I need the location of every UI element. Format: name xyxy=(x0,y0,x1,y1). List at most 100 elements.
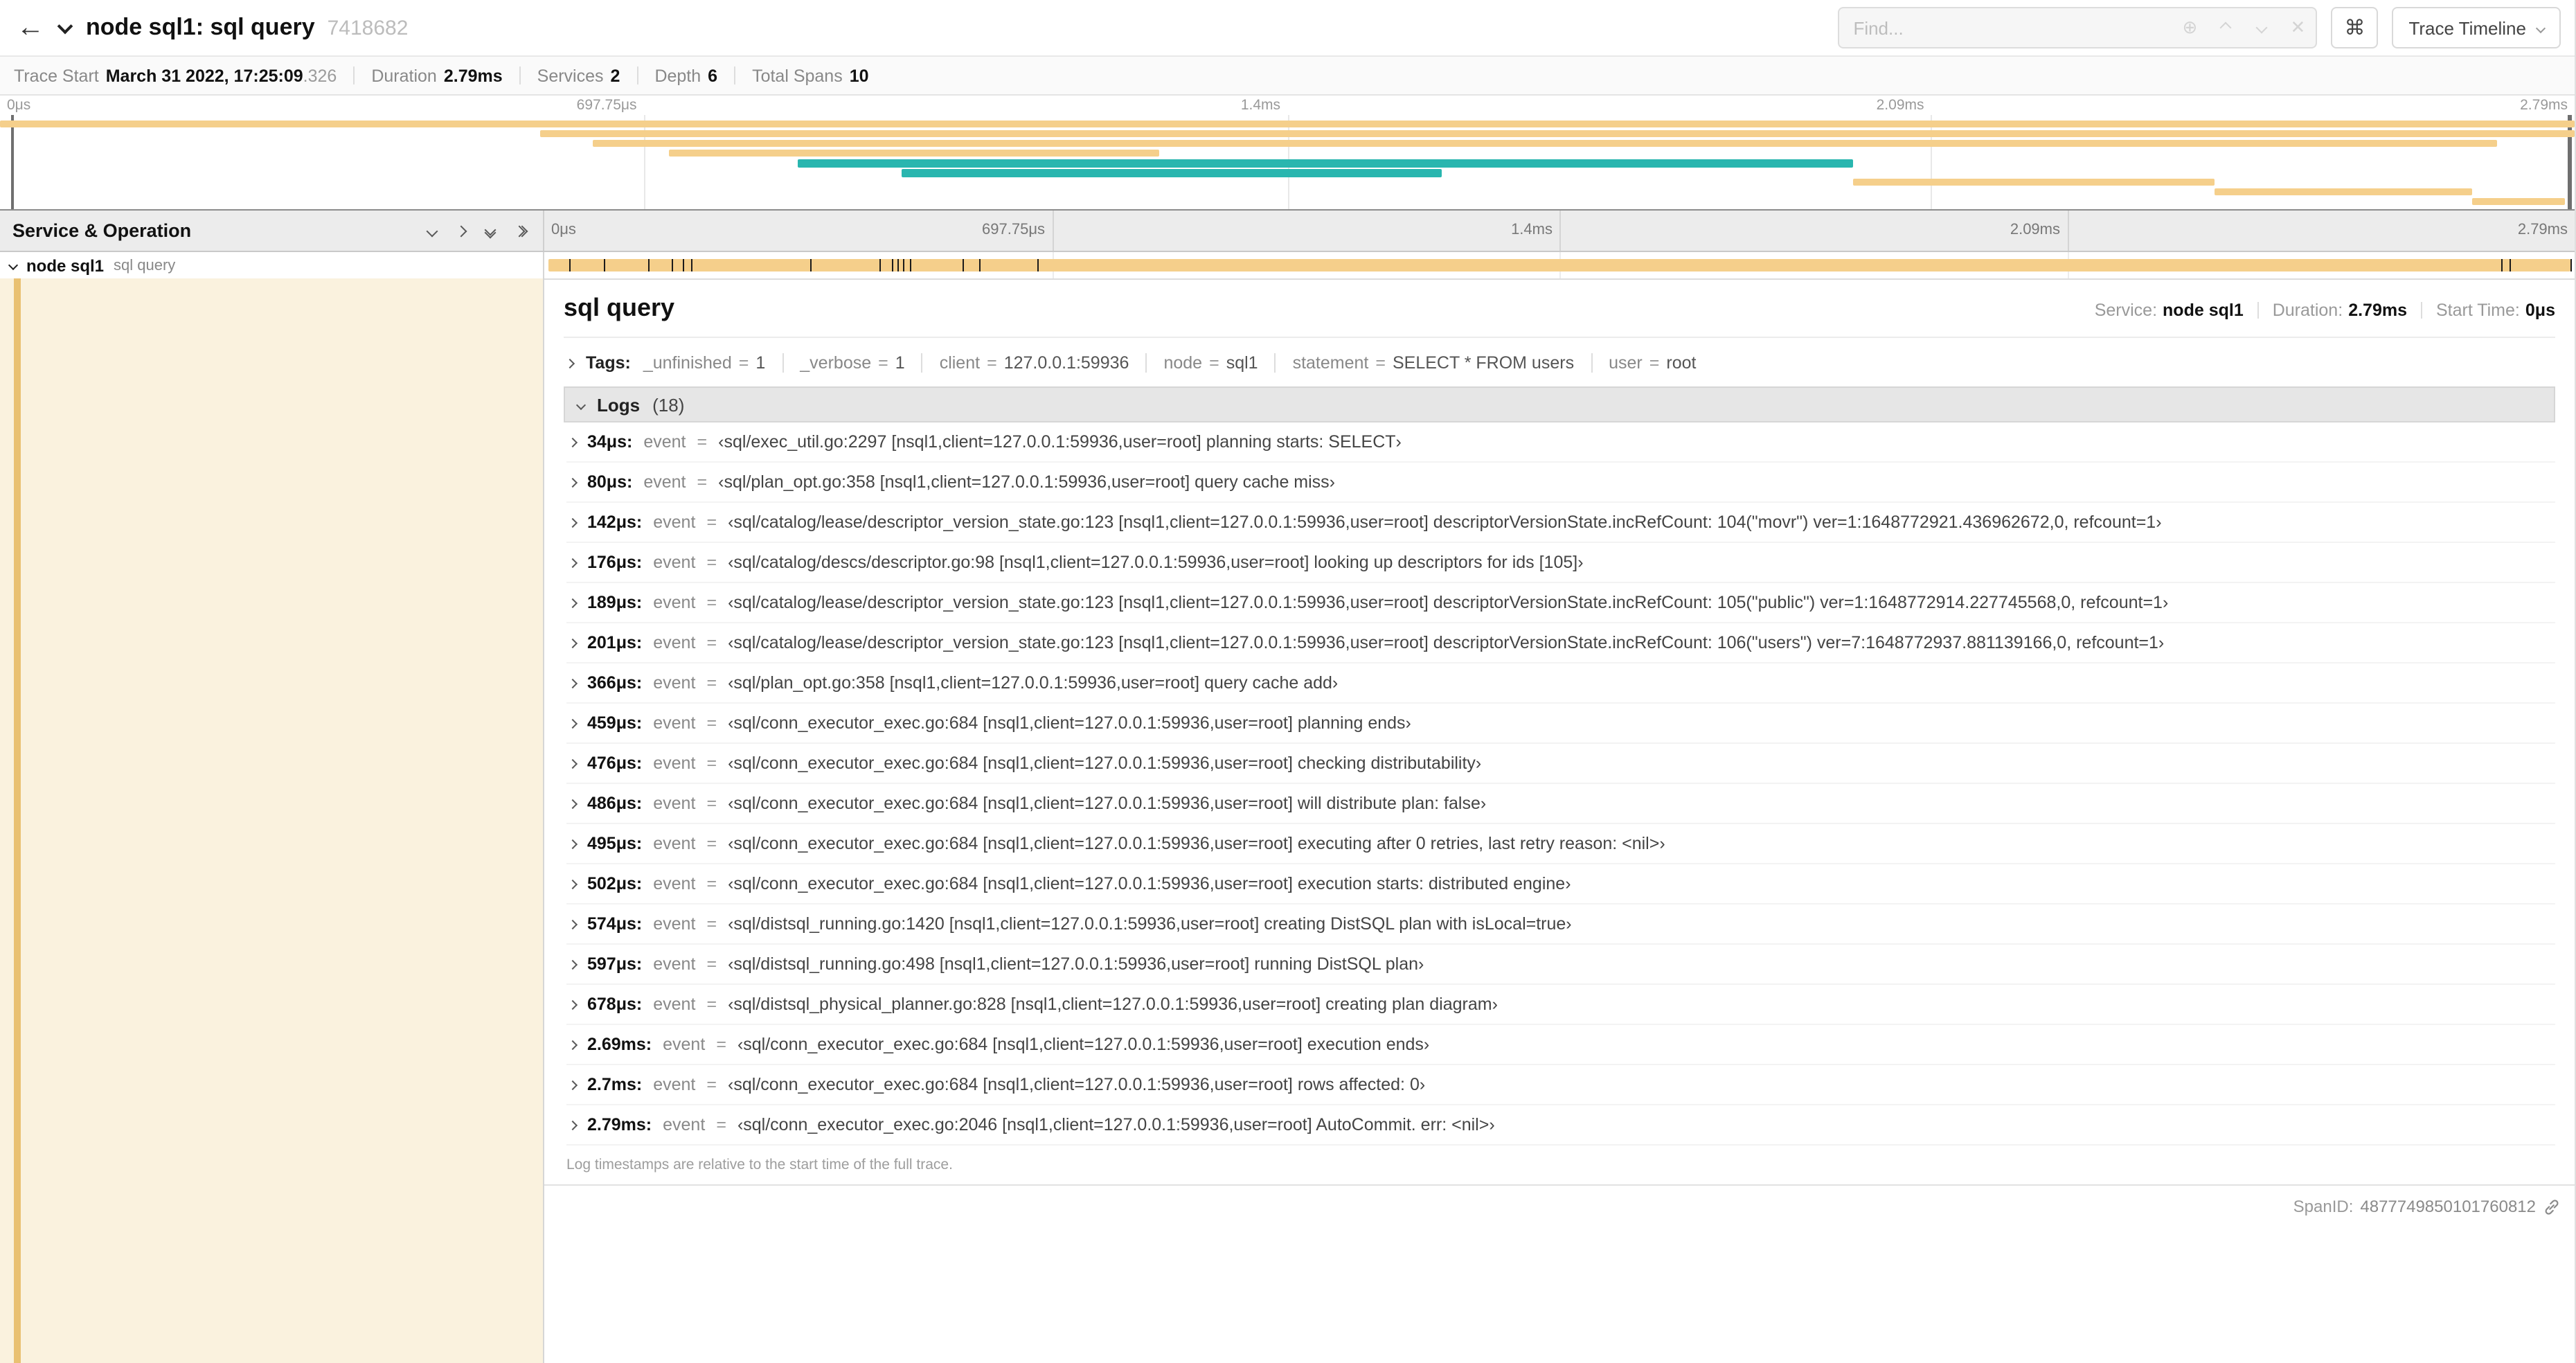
trace-minimap[interactable]: 0μs 697.75μs 1.4ms 2.09ms 2.79ms xyxy=(0,96,2575,211)
trace-view-selector[interactable]: Trace Timeline xyxy=(2392,7,2561,48)
chevron-down-icon xyxy=(575,399,587,410)
collapse-all-icon[interactable] xyxy=(426,224,438,237)
log-row[interactable]: 2.7ms: event = ‹sql/conn_executor_exec.go:6… xyxy=(566,1065,2555,1105)
minimap-canvas[interactable] xyxy=(0,115,2575,209)
chevron-right-icon xyxy=(567,999,578,1010)
log-row[interactable]: 574μs: event = ‹sql/distsql_running.go:1420… xyxy=(566,905,2555,945)
summary-muted: .326 xyxy=(303,66,337,85)
log-row[interactable]: 459μs: event = ‹sql/conn_executor_exec.go:6… xyxy=(566,704,2555,744)
tag-item[interactable]: _unfinished = 1 xyxy=(643,353,765,373)
keyboard-shortcuts-button[interactable]: ⌘ xyxy=(2331,7,2379,48)
tag-item[interactable]: statement = SELECT * FROM users xyxy=(1274,353,1574,373)
find-group: ⊕ ✕ xyxy=(1838,7,2318,48)
next-result-icon[interactable] xyxy=(2244,8,2280,47)
log-equals: = xyxy=(706,754,717,773)
summary-value: 2.79ms xyxy=(443,66,503,85)
span-detail-panel: sql query Service: node sql1 Duration: 2.79… xyxy=(544,280,2575,1186)
chevron-right-icon xyxy=(567,557,578,568)
tag-equals: = xyxy=(1649,353,1660,373)
detail-column: sql query Service: node sql1 Duration: 2.79… xyxy=(544,278,2575,1363)
log-row[interactable]: 476μs: event = ‹sql/conn_executor_exec.go:6… xyxy=(566,744,2555,784)
chevron-right-icon xyxy=(567,1119,578,1130)
back-button[interactable]: ← xyxy=(14,12,47,44)
summary-item: Depth 6 xyxy=(654,66,717,85)
grid-line xyxy=(1559,211,1561,251)
log-row[interactable]: 678μs: event = ‹sql/distsql_physical_planne… xyxy=(566,985,2555,1025)
span-duration-bar[interactable] xyxy=(548,259,2571,271)
log-row[interactable]: 34μs: event = ‹sql/exec_util.go:2297 [nsql1… xyxy=(566,422,2555,463)
log-marker xyxy=(2570,259,2573,271)
tag-item[interactable]: client = 127.0.0.1:59936 xyxy=(921,353,1129,373)
focus-icon[interactable]: ⊕ xyxy=(2172,8,2208,47)
tag-value: 1 xyxy=(755,353,766,373)
log-field-value: ‹sql/catalog/lease/descriptor_version_st… xyxy=(728,513,2162,532)
tag-value: 1 xyxy=(895,353,905,373)
tick-label: 0μs xyxy=(551,222,576,238)
log-field-value: ‹sql/conn_executor_exec.go:684 [nsql1,cl… xyxy=(728,754,1482,773)
log-field-value: ‹sql/catalog/lease/descriptor_version_st… xyxy=(728,593,2169,612)
tick-label: 697.75μs xyxy=(982,222,1045,238)
summary-value: 10 xyxy=(849,66,869,85)
tick-label: 2.09ms xyxy=(1876,97,1924,114)
log-equals: = xyxy=(706,794,717,813)
service-operation-header: Service & Operation xyxy=(0,211,544,251)
span-detail-header: sql query Service: node sql1 Duration: 2.79… xyxy=(564,294,2555,323)
tags-list: _unfinished = 1 _verbose = 1 client = 127.0.0.1:… xyxy=(643,353,1696,373)
collapse-trace-chevron-icon[interactable] xyxy=(57,17,73,34)
grid-line xyxy=(643,115,645,209)
log-row[interactable]: 495μs: event = ‹sql/conn_executor_exec.go:6… xyxy=(566,824,2555,864)
chevron-right-icon xyxy=(567,1039,578,1050)
log-row[interactable]: 486μs: event = ‹sql/conn_executor_exec.go:6… xyxy=(566,784,2555,824)
timeline-ruler: 0μs 697.75μs 1.4ms 2.09ms 2.79ms xyxy=(544,211,2575,251)
log-row[interactable]: 2.69ms: event = ‹sql/conn_executor_exec.go:… xyxy=(566,1025,2555,1065)
span-operation-title: sql query xyxy=(564,294,675,321)
expand-deep-icon[interactable] xyxy=(513,224,528,237)
tick-label: 1.4ms xyxy=(1240,97,1280,114)
log-field-key: event xyxy=(653,673,696,693)
summary-item: Total Spans 10 xyxy=(752,66,868,85)
log-equals: = xyxy=(706,834,717,853)
span-row[interactable]: node sql1 sql query xyxy=(0,252,2575,278)
log-row[interactable]: 2.79ms: event = ‹sql/conn_executor_exec.go:… xyxy=(566,1105,2555,1146)
collapse-children-icon[interactable] xyxy=(8,260,19,271)
summary-label: Duration xyxy=(371,66,437,85)
tag-item[interactable]: user = root xyxy=(1591,353,1696,373)
logs-title: Logs xyxy=(597,394,641,415)
log-row[interactable]: 176μs: event = ‹sql/catalog/descs/descripto… xyxy=(566,543,2555,583)
link-icon[interactable] xyxy=(2543,1197,2561,1215)
minimap-left-handle[interactable] xyxy=(11,115,14,209)
prev-result-icon[interactable] xyxy=(2208,8,2244,47)
log-row[interactable]: 80μs: event = ‹sql/plan_opt.go:358 [nsql1,c… xyxy=(566,463,2555,503)
log-row[interactable]: 189μs: event = ‹sql/catalog/lease/descripto… xyxy=(566,583,2555,623)
log-equals: = xyxy=(697,472,708,492)
chevron-right-icon xyxy=(567,959,578,970)
log-field-value: ‹sql/conn_executor_exec.go:684 [nsql1,cl… xyxy=(728,834,1665,853)
log-row[interactable]: 502μs: event = ‹sql/conn_executor_exec.go:6… xyxy=(566,864,2555,905)
log-field-value: ‹sql/plan_opt.go:358 [nsql1,client=127.0… xyxy=(718,472,1336,492)
detail-region: sql query Service: node sql1 Duration: 2.79… xyxy=(0,278,2575,1363)
chevron-right-icon xyxy=(567,476,578,488)
log-row[interactable]: 201μs: event = ‹sql/catalog/lease/descripto… xyxy=(566,623,2555,663)
log-row[interactable]: 142μs: event = ‹sql/catalog/lease/descripto… xyxy=(566,503,2555,543)
tag-item[interactable]: _verbose = 1 xyxy=(782,353,905,373)
log-equals: = xyxy=(716,1115,726,1134)
minimap-right-handle[interactable] xyxy=(2568,115,2572,209)
summary-label: Depth xyxy=(654,66,701,85)
log-row[interactable]: 366μs: event = ‹sql/plan_opt.go:358 [nsql1,… xyxy=(566,663,2555,704)
logs-header[interactable]: Logs (18) xyxy=(564,386,2555,422)
tag-equals: = xyxy=(878,353,888,373)
find-input[interactable] xyxy=(1839,17,2172,38)
span-name-cell[interactable]: node sql1 sql query xyxy=(0,252,544,278)
chevron-right-icon xyxy=(567,517,578,528)
logs-count: (18) xyxy=(652,394,685,415)
tag-item[interactable]: node = sql1 xyxy=(1145,353,1258,373)
clear-search-icon[interactable]: ✕ xyxy=(2280,8,2316,47)
collapse-deep-icon[interactable] xyxy=(484,223,497,238)
tags-row[interactable]: Tags: _unfinished = 1 _verbose = 1 client = 127.… xyxy=(564,350,2555,385)
log-row[interactable]: 597μs: event = ‹sql/distsql_running.go:498 … xyxy=(566,945,2555,985)
expand-all-icon[interactable] xyxy=(455,224,467,237)
operation-name: sql query xyxy=(114,257,176,274)
span-row-timeline[interactable] xyxy=(544,252,2575,278)
summary-separator xyxy=(353,66,355,84)
log-field-key: event xyxy=(653,754,696,773)
